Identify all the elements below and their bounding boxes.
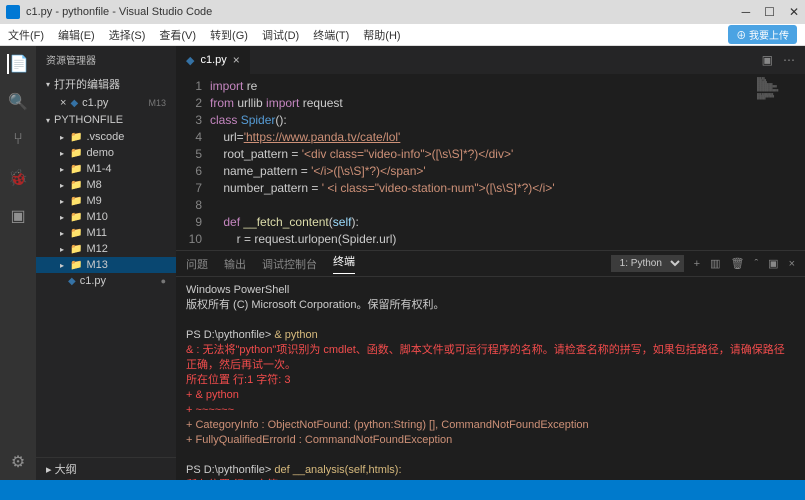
panel-tabs: 问题 输出 调试控制台 终端 1: Python + ▥ 🗑 ˆ ▣ × (176, 251, 805, 277)
tab-label: c1.py (200, 54, 226, 66)
terminal-output[interactable]: Windows PowerShell 版权所有 (C) Microsoft Co… (176, 277, 805, 480)
folder-item[interactable]: 📁 demo (36, 145, 176, 161)
folder-item[interactable]: 📁 M13 (36, 257, 176, 273)
item-label: M9 (86, 195, 101, 207)
item-label: M13 (86, 259, 107, 271)
editor-tabs: ◆ c1.py × ▣ ⋯ (176, 46, 805, 74)
panel-tab-output[interactable]: 输出 (224, 256, 246, 272)
explorer-header: 资源管理器 (36, 46, 176, 73)
kill-terminal-icon[interactable]: 🗑 (731, 257, 745, 270)
folder-icon: 📁 (70, 244, 82, 255)
file-item[interactable]: ◆ c1.py ● (36, 273, 176, 289)
activity-bar: 📄 🔍 ⑂ 🐞 ▣ ⚙ (0, 46, 36, 480)
vscode-logo-icon (6, 5, 20, 19)
terminal-selector[interactable]: 1: Python (611, 255, 684, 272)
statusbar (0, 480, 805, 500)
menu-debug[interactable]: 调试(D) (262, 27, 299, 43)
folder-icon: 📁 (70, 132, 82, 143)
item-label: .vscode (86, 131, 124, 143)
line-numbers: 1234567891011 (176, 74, 210, 250)
item-label: M1-4 (86, 163, 111, 175)
close-file-icon[interactable]: × (60, 97, 66, 109)
panel-tab-debugconsole[interactable]: 调试控制台 (262, 256, 317, 272)
folder-icon: 📁 (70, 164, 82, 175)
python-file-icon: ◆ (70, 98, 78, 109)
menu-view[interactable]: 查看(V) (159, 27, 196, 43)
extensions-icon[interactable]: ▣ (8, 206, 28, 226)
minimap[interactable]: ███ ██████ █████████ ███████████ ███████… (755, 74, 805, 250)
code-lines[interactable]: import refrom urllib import requestclass… (210, 74, 755, 250)
folder-item[interactable]: 📁 M1-4 (36, 161, 176, 177)
source-control-icon[interactable]: ⑂ (8, 130, 28, 150)
menu-terminal[interactable]: 终端(T) (313, 27, 349, 43)
close-button[interactable]: ✕ (789, 5, 799, 19)
item-label: M11 (86, 227, 107, 239)
new-terminal-icon[interactable]: + (694, 258, 700, 270)
folder-item[interactable]: 📁 M9 (36, 193, 176, 209)
folder-icon: 📁 (70, 260, 82, 271)
search-icon[interactable]: 🔍 (8, 92, 28, 112)
open-editors-section[interactable]: 打开的编辑器 (36, 73, 176, 95)
modified-indicator: ● (161, 276, 166, 286)
menu-file[interactable]: 文件(F) (8, 27, 44, 43)
item-label: demo (86, 147, 114, 159)
item-label: M10 (86, 211, 107, 223)
menu-help[interactable]: 帮助(H) (363, 27, 400, 43)
item-label: M12 (86, 243, 107, 255)
sidebar: 资源管理器 打开的编辑器 × ◆ c1.py M13 PYTHONFILE 📁.… (36, 46, 176, 480)
tab-close-icon[interactable]: × (233, 53, 240, 67)
open-file-label: c1.py (82, 97, 108, 109)
menu-edit[interactable]: 编辑(E) (58, 27, 95, 43)
maximize-button[interactable]: ☐ (764, 5, 775, 19)
window-title: c1.py - pythonfile - Visual Studio Code (26, 6, 742, 18)
split-editor-icon[interactable]: ▣ (762, 53, 773, 67)
folder-icon: 📁 (70, 148, 82, 159)
upload-button[interactable]: ⊕ 我要上传 (728, 25, 797, 44)
outline-section[interactable]: ▸ 大纲 (36, 457, 176, 480)
split-terminal-icon[interactable]: ▥ (710, 257, 720, 270)
titlebar: c1.py - pythonfile - Visual Studio Code … (0, 0, 805, 24)
open-editor-item[interactable]: × ◆ c1.py M13 (36, 95, 176, 111)
panel: 问题 输出 调试控制台 终端 1: Python + ▥ 🗑 ˆ ▣ × Win… (176, 250, 805, 480)
folder-icon: 📁 (70, 228, 82, 239)
menu-selection[interactable]: 选择(S) (109, 27, 146, 43)
settings-icon[interactable]: ⚙ (8, 452, 28, 472)
folder-item[interactable]: 📁 M10 (36, 209, 176, 225)
folder-icon: 📁 (70, 196, 82, 207)
open-file-tag: M13 (148, 98, 166, 108)
item-label: M8 (86, 179, 101, 191)
folder-item[interactable]: 📁 .vscode (36, 129, 176, 145)
folder-icon: 📁 (70, 212, 82, 223)
menu-go[interactable]: 转到(G) (210, 27, 248, 43)
maximize-panel-icon[interactable]: ˆ (754, 258, 758, 270)
python-file-icon: ◆ (186, 54, 194, 67)
debug-icon[interactable]: 🐞 (8, 168, 28, 188)
folder-icon: 📁 (70, 180, 82, 191)
panel-tab-problems[interactable]: 问题 (186, 256, 208, 272)
move-panel-icon[interactable]: ▣ (768, 257, 778, 270)
folder-item[interactable]: 📁 M12 (36, 241, 176, 257)
minimize-button[interactable]: ─ (742, 5, 751, 19)
tab-c1py[interactable]: ◆ c1.py × (176, 46, 250, 74)
folder-item[interactable]: 📁 M11 (36, 225, 176, 241)
item-label: c1.py (80, 275, 106, 287)
python-file-icon: ◆ (68, 276, 76, 287)
folder-item[interactable]: 📁 M8 (36, 177, 176, 193)
editor[interactable]: 1234567891011 import refrom urllib impor… (176, 74, 805, 250)
menubar: 文件(F) 编辑(E) 选择(S) 查看(V) 转到(G) 调试(D) 终端(T… (0, 24, 805, 46)
explorer-icon[interactable]: 📄 (7, 54, 27, 74)
close-panel-icon[interactable]: × (789, 258, 795, 270)
more-actions-icon[interactable]: ⋯ (783, 53, 795, 67)
panel-tab-terminal[interactable]: 终端 (333, 253, 355, 274)
workspace-section[interactable]: PYTHONFILE (36, 111, 176, 129)
